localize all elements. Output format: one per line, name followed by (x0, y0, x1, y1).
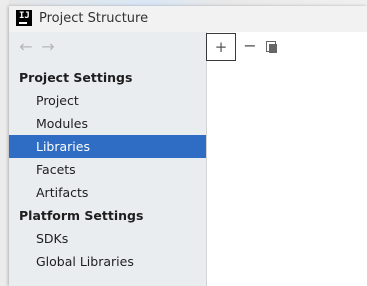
sidebar-item-sdks[interactable]: SDKs (9, 227, 206, 250)
sidebar-item-artifacts[interactable]: Artifacts (9, 181, 206, 204)
arrow-left-icon[interactable]: ← (17, 38, 35, 56)
background-window-edge (0, 0, 9, 286)
window-title: Project Structure (39, 11, 149, 26)
libraries-toolbar: + − (206, 32, 367, 61)
section-project-settings: Project Settings (19, 70, 133, 85)
intellij-idea-icon: IJ (16, 10, 32, 26)
settings-tree: Project Settings Project Modules Librari… (9, 66, 206, 273)
sidebar-item-project[interactable]: Project (9, 89, 206, 112)
minus-icon: − (243, 36, 257, 55)
copy-icon (266, 41, 278, 53)
sidebar-item-facets[interactable]: Facets (9, 158, 206, 181)
libraries-panel: + − (206, 32, 367, 286)
title-bar: IJ Project Structure (9, 6, 367, 32)
project-structure-dialog: IJ Project Structure ← → Project Settings… (9, 6, 367, 286)
sidebar-item-modules[interactable]: Modules (9, 112, 206, 135)
navigation-arrows: ← → (17, 38, 61, 56)
copy-library-button[interactable] (258, 33, 286, 59)
plus-icon: + (214, 38, 228, 56)
arrow-right-icon[interactable]: → (39, 38, 57, 56)
sidebar-item-libraries[interactable]: Libraries (9, 135, 206, 158)
settings-sidebar: ← → Project Settings Project Modules Libr… (9, 32, 207, 286)
section-platform-settings: Platform Settings (19, 208, 144, 223)
add-library-button[interactable]: + (206, 33, 236, 61)
sidebar-item-global-libraries[interactable]: Global Libraries (9, 250, 206, 273)
